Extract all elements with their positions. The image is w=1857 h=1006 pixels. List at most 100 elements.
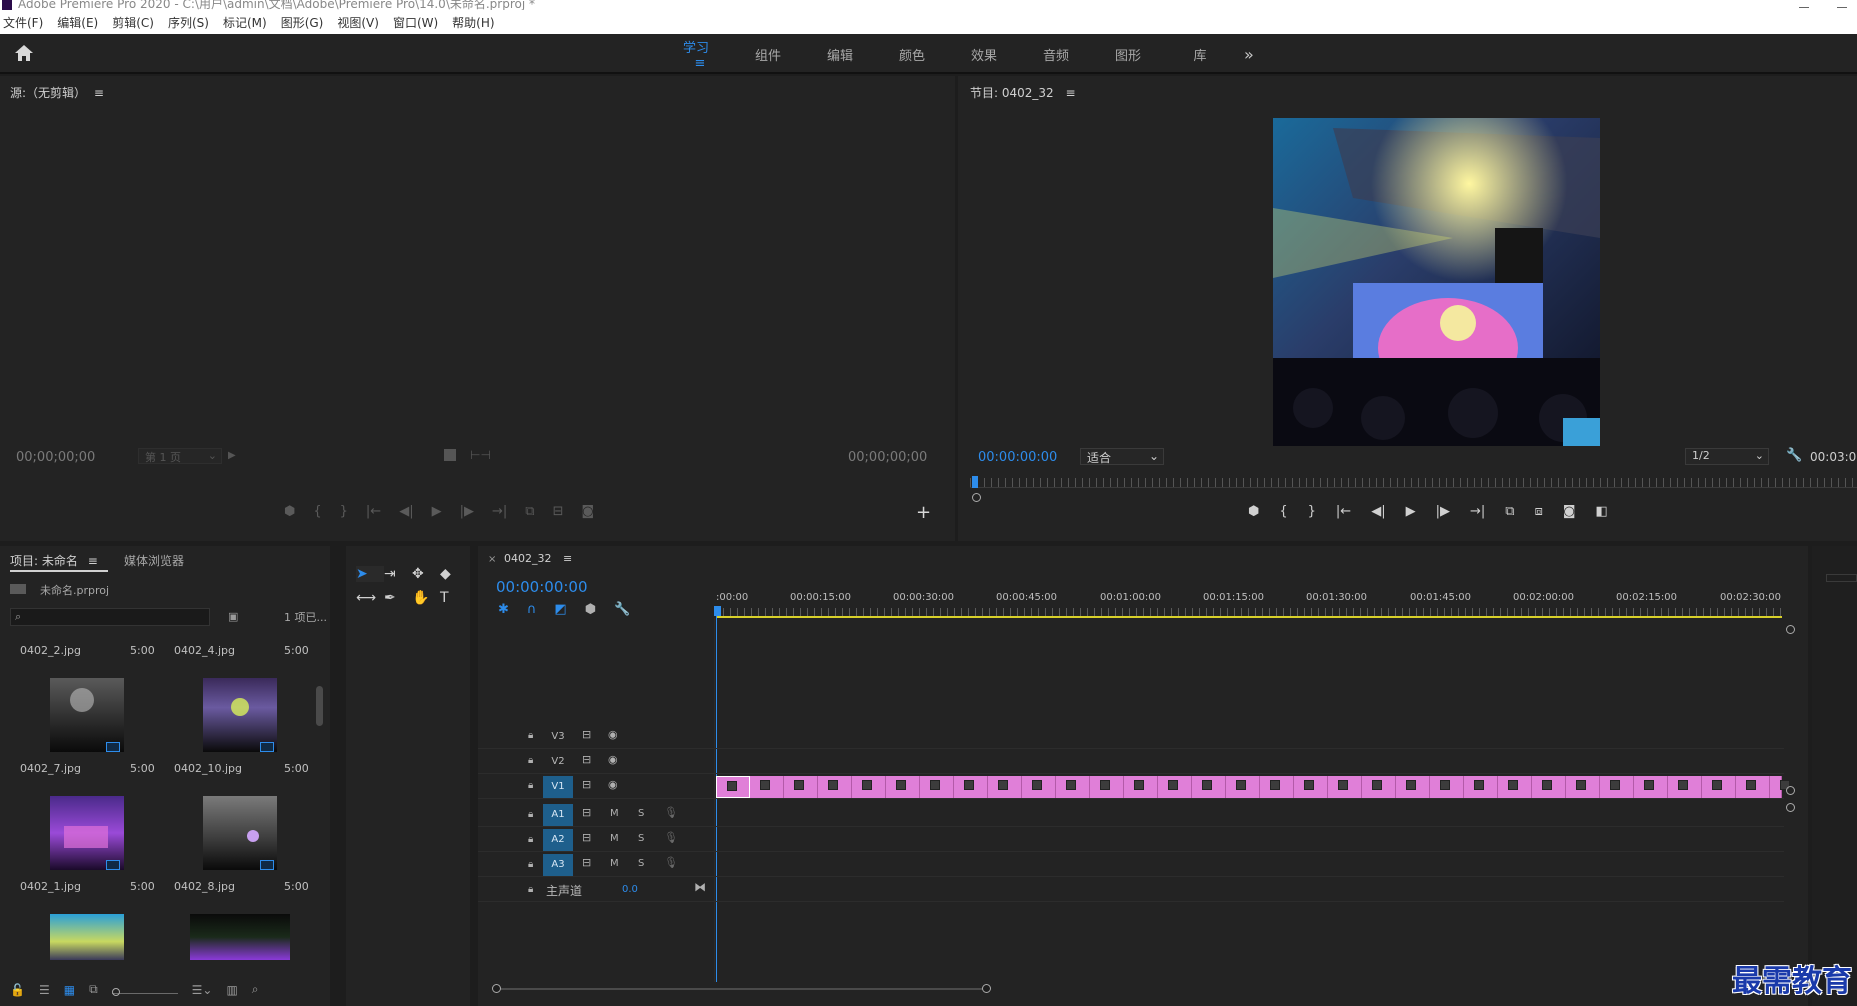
timeline-ruler-ticks[interactable] xyxy=(716,608,1782,616)
page-next-icon[interactable]: ▶ xyxy=(228,450,236,461)
sync-icon[interactable]: ⊟ xyxy=(582,728,591,741)
selection-tool-icon[interactable]: ➤ xyxy=(356,566,384,582)
export-frame-icon[interactable]: ◙ xyxy=(1563,504,1576,519)
mute-button[interactable]: M xyxy=(610,808,619,819)
v1-clip[interactable] xyxy=(1566,776,1600,798)
list-view-icon[interactable]: ☰ xyxy=(39,983,50,997)
mark-in-icon[interactable]: { xyxy=(313,504,321,519)
overwrite-icon[interactable]: ⊟ xyxy=(553,504,564,519)
v1-clip[interactable] xyxy=(1192,776,1226,798)
add-marker-icon[interactable]: ⬢ xyxy=(284,504,295,519)
go-to-in-icon[interactable]: |← xyxy=(1336,504,1351,519)
source-settings-icon[interactable] xyxy=(444,449,456,461)
go-to-in-icon[interactable]: |← xyxy=(366,504,381,519)
v1-clip[interactable] xyxy=(1634,776,1668,798)
solo-button[interactable]: S xyxy=(638,833,644,844)
maximize-icon[interactable] xyxy=(1837,0,1847,8)
v1-clip[interactable] xyxy=(1464,776,1498,798)
lock-icon[interactable]: 🔓 xyxy=(10,983,25,997)
sync-icon[interactable]: ⊟ xyxy=(582,831,591,844)
go-to-out-icon[interactable]: →| xyxy=(492,504,507,519)
v1-clip[interactable] xyxy=(1430,776,1464,798)
menu-view[interactable]: 视图(V) xyxy=(337,14,379,31)
add-marker-icon[interactable]: ⬢ xyxy=(1248,504,1259,519)
source-page-select[interactable]: 第 1 页 ⌄ xyxy=(138,448,222,464)
source-title[interactable]: 源:（无剪辑） ≡ xyxy=(10,84,104,101)
workspace-tab-assembly[interactable]: 组件 xyxy=(732,45,804,64)
compare-icon[interactable]: ◧ xyxy=(1595,504,1607,519)
workspace-tab-audio[interactable]: 音频 xyxy=(1020,45,1092,64)
program-zoom-handle[interactable] xyxy=(972,493,981,502)
v1-clip[interactable] xyxy=(954,776,988,798)
source-insert-icon[interactable]: ⊢⊣ xyxy=(470,448,491,462)
eye-icon[interactable]: ◉ xyxy=(608,753,618,766)
eye-icon[interactable]: ◉ xyxy=(608,728,618,741)
item-name[interactable]: 0402_1.jpg xyxy=(20,880,81,893)
pen-tool-icon[interactable]: ✒ xyxy=(384,590,412,606)
v1-clip[interactable] xyxy=(1022,776,1056,798)
source-timecode-right[interactable]: 00;00;00;00 xyxy=(848,450,927,465)
track-label-v2[interactable]: V2 xyxy=(543,751,573,773)
project-scrollbar[interactable] xyxy=(316,686,323,726)
v1-clip[interactable] xyxy=(1532,776,1566,798)
microphone-icon[interactable]: 🎙︎ xyxy=(664,856,678,869)
workspace-tab-effects[interactable]: 效果 xyxy=(948,45,1020,64)
thumbnail-next-b[interactable] xyxy=(190,914,290,960)
item-name[interactable]: 0402_10.jpg xyxy=(174,762,242,775)
thumbnail-0402-10[interactable] xyxy=(203,678,277,752)
extract-icon[interactable]: ⧈ xyxy=(1535,504,1543,519)
scroll-left-handle[interactable] xyxy=(492,984,501,993)
eye-icon[interactable]: ◉ xyxy=(608,778,618,791)
item-name[interactable]: 0402_2.jpg xyxy=(20,644,81,657)
play-icon[interactable]: ▶ xyxy=(432,504,442,519)
mute-button[interactable]: M xyxy=(610,833,619,844)
work-area-bar[interactable] xyxy=(716,616,1782,618)
menu-window[interactable]: 窗口(W) xyxy=(393,14,438,31)
nest-icon[interactable]: ✱ xyxy=(498,602,509,617)
timeline-scrollbar[interactable] xyxy=(494,988,988,990)
mark-out-icon[interactable]: } xyxy=(340,504,348,519)
timeline-timecode[interactable]: 00:00:00:00 xyxy=(496,578,588,596)
step-back-icon[interactable]: ◀| xyxy=(1371,504,1385,519)
item-name[interactable]: 0402_8.jpg xyxy=(174,880,235,893)
v1-clip[interactable] xyxy=(886,776,920,798)
export-frame-icon[interactable]: ◙ xyxy=(581,504,594,519)
icon-view-icon[interactable]: ▦ xyxy=(64,983,75,997)
workspace-tab-learn[interactable]: 学习 ≡ xyxy=(660,37,732,71)
workspace-tab-libraries[interactable]: 库 xyxy=(1164,45,1236,64)
v1-clip[interactable] xyxy=(988,776,1022,798)
v1-clip[interactable] xyxy=(1668,776,1702,798)
solo-button[interactable]: S xyxy=(638,808,644,819)
thumbnail-next-a[interactable] xyxy=(50,914,124,960)
add-marker-icon[interactable]: ⬢ xyxy=(585,602,596,617)
freeform-view-icon[interactable]: ⧉ xyxy=(89,982,98,997)
scroll-right-handle[interactable] xyxy=(982,984,991,993)
sync-icon[interactable]: ⊟ xyxy=(582,753,591,766)
v1-clip[interactable] xyxy=(1600,776,1634,798)
item-name[interactable]: 0402_7.jpg xyxy=(20,762,81,775)
workspace-more-button[interactable]: » xyxy=(1244,45,1254,64)
v1-clip[interactable] xyxy=(1702,776,1736,798)
menu-edit[interactable]: 编辑(E) xyxy=(57,14,98,31)
play-icon[interactable]: ▶ xyxy=(1406,504,1416,519)
workspace-tab-color[interactable]: 颜色 xyxy=(876,45,948,64)
menu-sequence[interactable]: 序列(S) xyxy=(168,14,209,31)
v1-clip[interactable] xyxy=(784,776,818,798)
razor-tool-icon[interactable]: ◆ xyxy=(440,566,468,582)
mark-in-icon[interactable]: { xyxy=(1279,504,1287,519)
lift-icon[interactable]: ⧉ xyxy=(1505,504,1514,519)
v1-clip[interactable] xyxy=(1328,776,1362,798)
track-label-v3[interactable]: V3 xyxy=(543,726,573,748)
tab-project[interactable]: 项目: 未命名 ≡ xyxy=(10,552,98,569)
track-label-a3[interactable]: A3 xyxy=(543,854,573,876)
close-tab-icon[interactable]: × xyxy=(488,554,496,565)
workspace-tab-editing[interactable]: 编辑 xyxy=(804,45,876,64)
v1-clip[interactable] xyxy=(818,776,852,798)
step-back-icon[interactable]: ◀| xyxy=(399,504,413,519)
program-title[interactable]: 节目: 0402_32 ≡ xyxy=(970,84,1076,101)
menu-file[interactable]: 文件(F) xyxy=(3,14,43,31)
v1-clip[interactable] xyxy=(1770,776,1790,798)
v1-clip[interactable] xyxy=(1736,776,1770,798)
add-button-icon[interactable]: + xyxy=(916,502,931,523)
workspace-tab-graphics[interactable]: 图形 xyxy=(1092,45,1164,64)
